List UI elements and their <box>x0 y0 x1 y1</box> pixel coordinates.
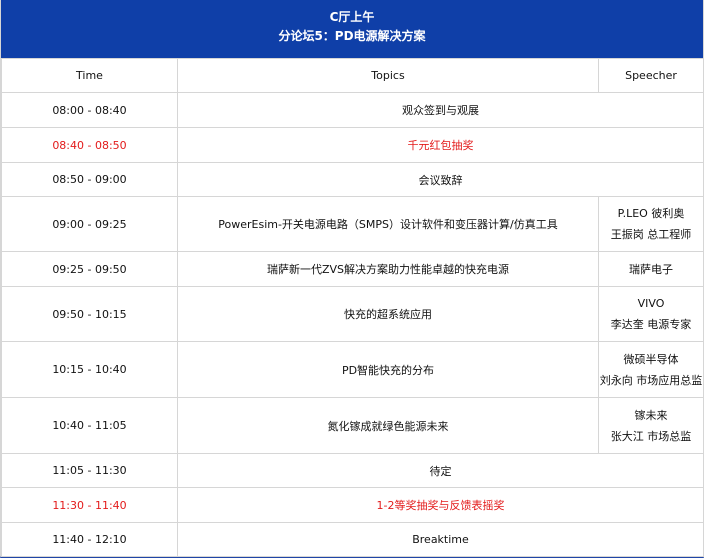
table-row: 09:25 - 09:50 瑞萨新一代ZVS解决方案助力性能卓越的快充电源 瑞萨… <box>1 251 704 287</box>
row-speaker: 镓未来 张大江 市场总监 <box>598 397 704 454</box>
table-row: 09:50 - 10:15 快充的超系统应用 VIVO 李达奎 电源专家 <box>1 286 704 342</box>
row-topic: 快充的超系统应用 <box>177 286 599 342</box>
schedule-panel: C厅上午 分论坛5：PD电源解决方案 Time Topics Speecher … <box>0 0 704 558</box>
table-header-row: Time Topics Speecher <box>1 58 704 93</box>
row-speaker: 微硕半导体 刘永向 市场应用总监 <box>598 341 704 398</box>
speaker-org: 镓未来 <box>634 408 668 422</box>
hall-title: C厅上午 <box>329 10 375 24</box>
table-row: 10:40 - 11:05 氮化镓成就绿色能源未来 镓未来 张大江 市场总监 <box>1 397 704 454</box>
table-row: 11:40 - 12:10 Breaktime <box>1 522 704 557</box>
column-header-time: Time <box>1 58 178 93</box>
table-row: 10:15 - 10:40 PD智能快充的分布 微硕半导体 刘永向 市场应用总监 <box>1 341 704 398</box>
row-topic: Breaktime <box>177 522 704 557</box>
row-time: 11:05 - 11:30 <box>1 453 178 488</box>
speaker-org: 瑞萨电子 <box>629 262 673 276</box>
row-topic: PD智能快充的分布 <box>177 341 599 398</box>
row-time: 08:00 - 08:40 <box>1 92 178 128</box>
row-topic: 1-2等奖抽奖与反馈表摇奖 <box>177 487 704 523</box>
table-row: 11:30 - 11:40 1-2等奖抽奖与反馈表摇奖 <box>1 487 704 523</box>
row-time: 08:40 - 08:50 <box>1 127 178 163</box>
table-row: 08:00 - 08:40 观众签到与观展 <box>1 92 704 128</box>
row-topic: 观众签到与观展 <box>177 92 704 128</box>
table-row: 09:00 - 09:25 PowerEsim-开关电源电路（SMPS）设计软件… <box>1 196 704 252</box>
table-row: 11:05 - 11:30 待定 <box>1 453 704 488</box>
column-header-speecher: Speecher <box>598 58 704 93</box>
speaker-person: 张大江 市场总监 <box>610 429 692 443</box>
row-time: 10:15 - 10:40 <box>1 341 178 398</box>
row-time: 09:25 - 09:50 <box>1 251 178 287</box>
row-time: 09:50 - 10:15 <box>1 286 178 342</box>
speaker-org: VIVO <box>637 297 665 310</box>
row-topic: 会议致辞 <box>177 162 704 197</box>
row-time: 08:50 - 09:00 <box>1 162 178 197</box>
row-topic: 待定 <box>177 453 704 488</box>
table-row: 08:40 - 08:50 千元红包抽奖 <box>1 127 704 163</box>
row-time: 09:00 - 09:25 <box>1 196 178 252</box>
row-time: 11:40 - 12:10 <box>1 522 178 557</box>
speaker-person: 李达奎 电源专家 <box>610 318 692 331</box>
schedule-table: Time Topics Speecher 08:00 - 08:40 观众签到与… <box>1 58 704 557</box>
schedule-header: C厅上午 分论坛5：PD电源解决方案 <box>1 0 703 58</box>
speaker-person: 王振岗 总工程师 <box>610 228 692 241</box>
row-topic: 氮化镓成就绿色能源未来 <box>177 397 599 454</box>
speaker-person: 刘永向 市场应用总监 <box>599 373 703 387</box>
row-time: 11:30 - 11:40 <box>1 487 178 523</box>
row-topic: 瑞萨新一代ZVS解决方案助力性能卓越的快充电源 <box>177 251 599 287</box>
row-time: 10:40 - 11:05 <box>1 397 178 454</box>
forum-title: 分论坛5：PD电源解决方案 <box>278 29 426 43</box>
speaker-org: P.LEO 彼利奥 <box>617 207 685 220</box>
column-header-topics: Topics <box>177 58 599 93</box>
speaker-org: 微硕半导体 <box>623 352 679 366</box>
row-speaker: 瑞萨电子 <box>598 251 704 287</box>
table-row: 08:50 - 09:00 会议致辞 <box>1 162 704 197</box>
row-speaker: P.LEO 彼利奥 王振岗 总工程师 <box>598 196 704 252</box>
row-speaker: VIVO 李达奎 电源专家 <box>598 286 704 342</box>
row-topic: PowerEsim-开关电源电路（SMPS）设计软件和变压器计算/仿真工具 <box>177 196 599 252</box>
row-topic: 千元红包抽奖 <box>177 127 704 163</box>
